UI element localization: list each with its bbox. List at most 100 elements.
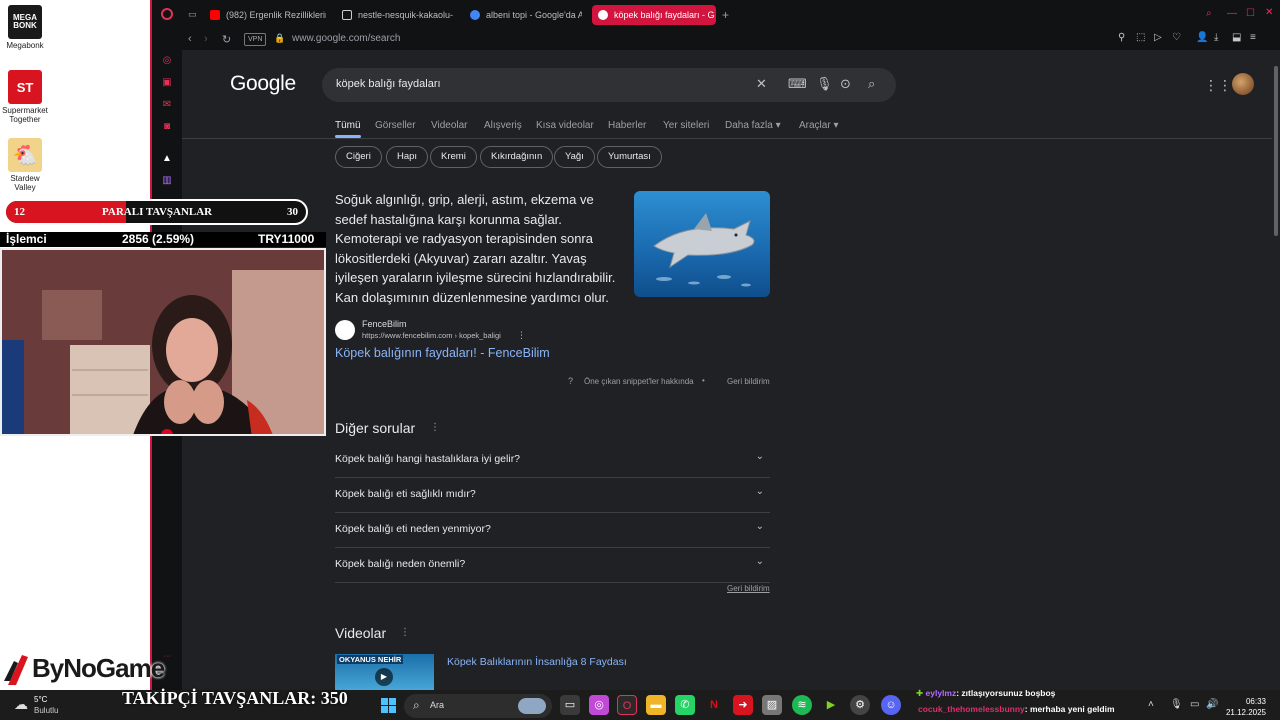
- discord-icon[interactable]: ☺: [881, 695, 901, 715]
- lock-icon[interactable]: 🔒: [274, 33, 285, 44]
- netflix-icon[interactable]: N: [704, 695, 724, 715]
- chip-kremi[interactable]: Kremi: [430, 146, 477, 168]
- chip-yagi[interactable]: Yağı: [554, 146, 595, 168]
- tab-nestle[interactable]: nestle-nesquik-kakaolu-: [336, 5, 454, 25]
- photos-icon[interactable]: ▨: [762, 695, 782, 715]
- tab-videos[interactable]: Videolar: [431, 120, 468, 131]
- microphone-icon[interactable]: 🎙: [816, 76, 833, 92]
- play-icon[interactable]: ▶: [375, 668, 393, 686]
- vpn-badge[interactable]: VPN: [244, 33, 267, 46]
- back-icon[interactable]: ‹: [188, 33, 192, 45]
- video-link[interactable]: Köpek Balıklarının İnsanlığa 8 Faydası: [447, 656, 627, 668]
- app-red-icon[interactable]: ➜: [733, 695, 753, 715]
- result-link[interactable]: Köpek balığının faydaları! - FenceBilim: [335, 346, 550, 360]
- heart-icon[interactable]: ♡: [1172, 32, 1181, 43]
- minimize-icon[interactable]: —: [1227, 8, 1237, 19]
- weather-widget[interactable]: ☁ 5°C Bulutlu: [12, 692, 72, 718]
- chip-kikirdaginin[interactable]: Kıkırdağının: [480, 146, 554, 168]
- desktop-icon-stardew[interactable]: 🐔 Stardew Valley: [2, 138, 48, 192]
- desktop-icon-supermarket[interactable]: ST Supermarket Together: [2, 70, 48, 124]
- scrollbar[interactable]: [1272, 50, 1280, 690]
- clock[interactable]: 06:33 21.12.2025: [1226, 696, 1266, 718]
- avatar[interactable]: [1232, 73, 1254, 95]
- microphone-icon[interactable]: 🎙: [1170, 699, 1183, 710]
- start-button[interactable]: [381, 698, 397, 714]
- scroll-thumb[interactable]: [1274, 66, 1278, 236]
- shark-image[interactable]: [634, 191, 770, 297]
- menu-icon[interactable]: ≡: [1250, 32, 1256, 43]
- instagram-icon[interactable]: ◙: [160, 120, 174, 134]
- paa-feedback-link[interactable]: Geri bildirim: [727, 584, 770, 593]
- url-text[interactable]: www.google.com/search: [292, 33, 400, 44]
- screenshot-icon[interactable]: ⬚: [1136, 32, 1145, 43]
- tab-web[interactable]: Yer siteleri: [663, 120, 709, 131]
- snippet-feedback-link[interactable]: Geri bildirim: [727, 377, 770, 386]
- videos-options-icon[interactable]: ⋮: [400, 627, 410, 638]
- tab-short-videos[interactable]: Kısa videolar: [536, 120, 594, 131]
- forward-icon[interactable]: ›: [204, 33, 208, 45]
- fencebilim-favicon[interactable]: [335, 320, 355, 340]
- search-tabs-icon[interactable]: ⌕: [1206, 8, 1212, 19]
- tab-shopping[interactable]: Alışveriş: [484, 120, 522, 131]
- tab-images[interactable]: Görseller: [375, 120, 416, 131]
- tab-overview-icon[interactable]: ▭: [188, 9, 197, 20]
- task-view-icon[interactable]: ▭: [560, 695, 580, 715]
- paa-question[interactable]: Köpek balığı eti neden yenmiyor? ⌄: [335, 513, 770, 548]
- maximize-icon[interactable]: ☐: [1246, 8, 1255, 19]
- snippet-about-link[interactable]: Öne çıkan snippet'ler hakkında: [584, 377, 694, 386]
- twitch-icon[interactable]: ▥: [160, 174, 174, 188]
- tab-news[interactable]: Haberler: [608, 120, 646, 131]
- reload-icon[interactable]: ↻: [222, 33, 231, 46]
- paa-question[interactable]: Köpek balığı eti sağlıklı mıdır? ⌄: [335, 478, 770, 513]
- opera-icon[interactable]: O: [617, 695, 637, 715]
- more-options-icon[interactable]: ⋮: [517, 330, 526, 341]
- aria-icon[interactable]: ◎: [160, 54, 174, 68]
- spotify-icon[interactable]: ≋: [792, 695, 812, 715]
- profile-icon[interactable]: 👤: [1196, 32, 1208, 43]
- steam-icon[interactable]: ⚙: [850, 695, 870, 715]
- search-box[interactable]: köpek balığı faydaları ✕ ⌨ 🎙 ⊙ ⌕: [322, 68, 896, 102]
- tab-albeni[interactable]: albeni topi - Google'da A: [464, 5, 582, 25]
- monitor-icon[interactable]: ▭: [1190, 699, 1199, 710]
- whatsapp-icon[interactable]: ✆: [675, 695, 695, 715]
- google-logo[interactable]: Google: [230, 72, 296, 96]
- new-tab-button[interactable]: +: [722, 8, 729, 22]
- workspace-icon[interactable]: ▣: [160, 76, 174, 90]
- search-input[interactable]: köpek balığı faydaları: [336, 78, 441, 90]
- pin-icon[interactable]: ⚲: [1118, 32, 1125, 43]
- send-icon[interactable]: ▷: [1154, 32, 1162, 43]
- chip-cigeri[interactable]: Ciğeri: [335, 146, 382, 168]
- opera-logo-icon[interactable]: [161, 8, 173, 20]
- chevron-down-icon[interactable]: ⌄: [756, 486, 764, 497]
- opera-gx-icon[interactable]: ◎: [589, 695, 609, 715]
- tab-youtube[interactable]: (982) Ergenlik Rezilliklerin: [204, 5, 326, 25]
- tab-kopek-baligi[interactable]: köpek balığı faydaları - G: [592, 5, 716, 25]
- video-thumbnail[interactable]: OKYANUS NEHİR ▶: [335, 654, 434, 690]
- tab-all[interactable]: Tümü: [335, 120, 361, 131]
- chip-hapi[interactable]: Hapı: [386, 146, 429, 168]
- messenger-icon[interactable]: ✉: [160, 98, 174, 112]
- source-url[interactable]: https://www.fencebilim.com › kopek_balig…: [362, 331, 501, 340]
- keyboard-icon[interactable]: ⌨: [788, 76, 807, 92]
- search-icon[interactable]: ⌕: [868, 76, 875, 92]
- paa-question[interactable]: Köpek balığı hangi hastalıklara iyi geli…: [335, 443, 770, 478]
- taskbar-search[interactable]: ⌕ Ara: [404, 694, 552, 718]
- download-icon[interactable]: ⤓: [1214, 32, 1218, 43]
- game-icon[interactable]: ▶: [821, 695, 841, 715]
- paa-options-icon[interactable]: ⋮: [430, 422, 440, 433]
- speaker-icon[interactable]: 🔊: [1206, 699, 1218, 710]
- desktop-icon-megabonk[interactable]: MEGA BONK Megabonk: [2, 5, 48, 50]
- clear-icon[interactable]: ✕: [756, 76, 767, 92]
- arrow-up-icon[interactable]: ▲: [160, 152, 174, 166]
- chevron-down-icon[interactable]: ⌄: [756, 556, 764, 567]
- file-explorer-icon[interactable]: ▬: [646, 695, 666, 715]
- lens-icon[interactable]: ⊙: [840, 76, 851, 92]
- chip-yumurtasi[interactable]: Yumurtası: [597, 146, 662, 168]
- chevron-down-icon[interactable]: ⌄: [756, 521, 764, 532]
- tab-more[interactable]: Daha fazla ▾: [725, 120, 781, 131]
- source-name[interactable]: FenceBilim: [362, 319, 407, 329]
- close-window-icon[interactable]: ✕: [1265, 7, 1273, 18]
- tab-tools[interactable]: Araçlar ▾: [799, 120, 838, 131]
- extensions-icon[interactable]: ⬓: [1232, 32, 1241, 43]
- chevron-down-icon[interactable]: ⌄: [756, 451, 764, 462]
